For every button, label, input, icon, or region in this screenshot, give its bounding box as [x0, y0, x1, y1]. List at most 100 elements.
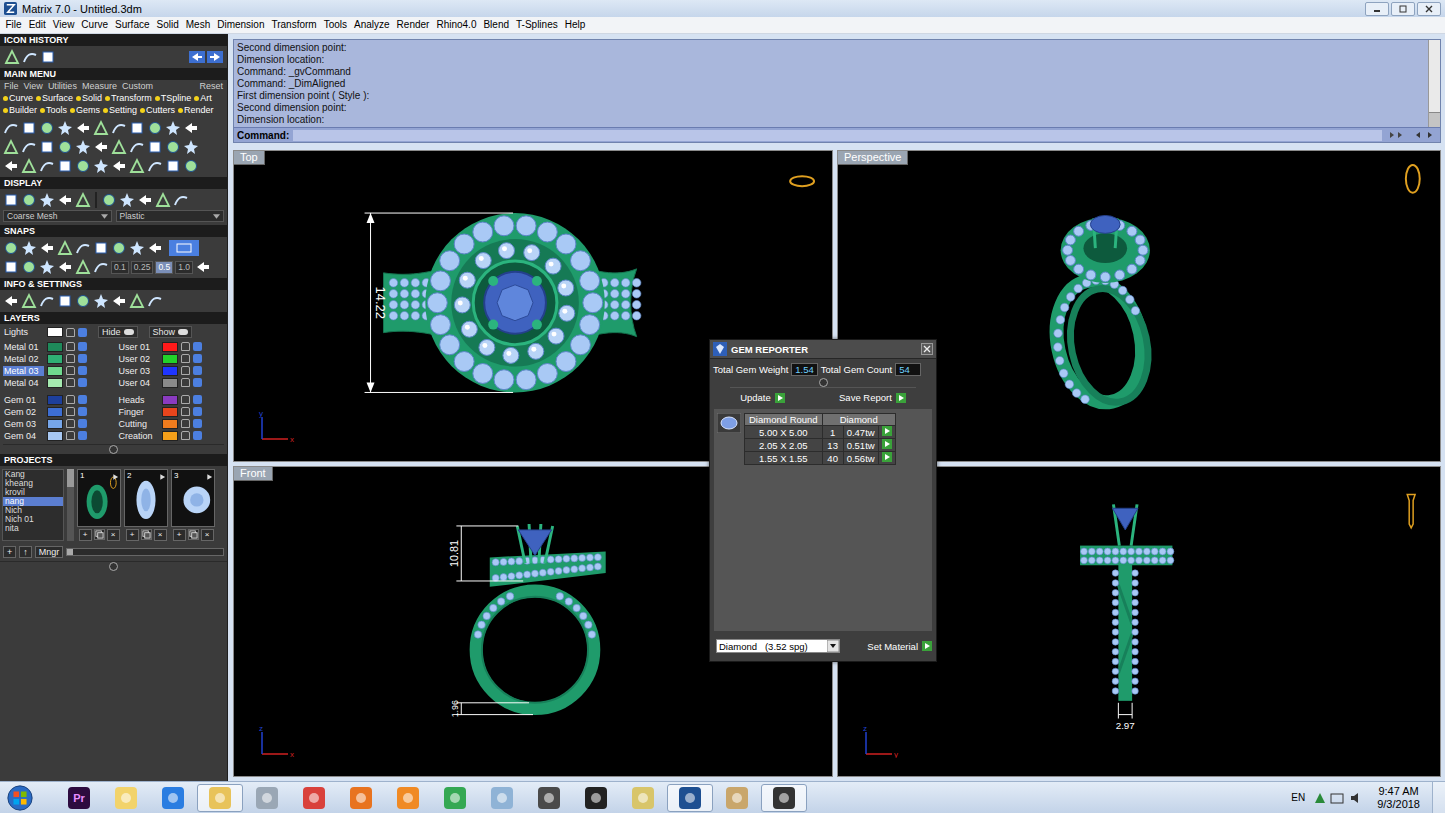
tool-icon[interactable] — [39, 240, 55, 256]
layer-color[interactable] — [47, 407, 63, 417]
bulb-icon[interactable] — [78, 328, 87, 337]
layer-color[interactable] — [47, 366, 63, 376]
tool-icon[interactable] — [93, 293, 109, 309]
layer-color[interactable] — [47, 395, 63, 405]
project-button[interactable]: Mngr — [35, 546, 64, 558]
taskbar-app[interactable] — [620, 784, 666, 812]
tool-icon[interactable] — [75, 139, 91, 155]
layer-name[interactable]: Gem 03 — [3, 419, 44, 429]
copy-icon[interactable] — [188, 529, 199, 540]
main-menu-tab[interactable]: View — [24, 81, 43, 91]
maximize-button[interactable] — [1391, 2, 1415, 16]
taskbar-app[interactable] — [197, 784, 243, 812]
layer-row[interactable]: Gem 04 — [3, 430, 110, 441]
main-menu-tab[interactable]: Measure — [82, 81, 117, 91]
tool-icon[interactable] — [111, 139, 127, 155]
project-button[interactable]: + — [3, 546, 16, 558]
app-icon[interactable] — [162, 787, 184, 809]
lock-icon[interactable] — [66, 395, 75, 404]
tool-icon[interactable] — [129, 158, 145, 174]
tool-icon[interactable] — [75, 240, 91, 256]
tool-icon[interactable] — [129, 120, 145, 136]
main-menu-tab[interactable]: File — [4, 81, 19, 91]
lock-icon[interactable] — [66, 342, 75, 351]
menu-item[interactable]: Mesh — [182, 18, 213, 32]
green-arrow-icon[interactable] — [896, 393, 906, 403]
tool-icon[interactable] — [39, 192, 55, 208]
category-item[interactable]: Cutters — [140, 105, 175, 115]
tool-icon[interactable] — [111, 158, 127, 174]
tool-icon[interactable] — [129, 240, 145, 256]
tool-icon[interactable] — [147, 139, 163, 155]
panel-divider[interactable] — [0, 561, 227, 571]
bulb-icon[interactable] — [193, 419, 202, 428]
project-item[interactable]: Nich 01 — [3, 515, 63, 524]
tool-icon[interactable] — [57, 259, 73, 275]
layer-color[interactable] — [162, 407, 178, 417]
bulb-icon[interactable] — [78, 378, 87, 387]
layer-row[interactable]: Gem 03 — [3, 418, 110, 429]
bulb-icon[interactable] — [78, 419, 87, 428]
taskbar-app[interactable] — [573, 784, 619, 812]
lock-icon[interactable] — [181, 354, 190, 363]
scrollbar[interactable] — [67, 469, 74, 541]
taskbar-app[interactable] — [479, 784, 525, 812]
layer-name[interactable]: Gem 02 — [3, 407, 44, 417]
tool-icon[interactable] — [3, 293, 19, 309]
command-input[interactable] — [293, 130, 1382, 141]
tool-icon[interactable] — [39, 139, 55, 155]
app-icon[interactable] — [350, 787, 372, 809]
menu-item[interactable]: Analyze — [351, 18, 394, 32]
tray-icons[interactable] — [1313, 791, 1365, 805]
snap-step[interactable]: 1.0 — [175, 261, 193, 274]
layer-row[interactable]: Metal 02 — [3, 353, 110, 364]
tool-icon[interactable] — [39, 259, 55, 275]
layer-name[interactable]: User 02 — [118, 354, 159, 364]
app-icon[interactable] — [209, 787, 231, 809]
tool-icon[interactable] — [147, 120, 163, 136]
layer-row[interactable]: Metal 01 — [3, 341, 110, 352]
gem-row[interactable]: 5.00 X 5.0010.47tw — [745, 426, 896, 439]
scrollbar[interactable] — [1428, 40, 1440, 127]
show-button[interactable]: Show — [149, 326, 193, 338]
app-icon[interactable]: Pr — [68, 787, 90, 809]
taskbar-app[interactable] — [244, 784, 290, 812]
layer-name[interactable]: User 01 — [118, 342, 159, 352]
green-arrow-icon[interactable] — [882, 426, 892, 436]
lock-icon[interactable] — [66, 419, 75, 428]
tool-icon[interactable] — [173, 192, 189, 208]
app-icon[interactable] — [115, 787, 137, 809]
menu-item[interactable]: Surface — [112, 18, 153, 32]
lock-icon[interactable] — [181, 342, 190, 351]
taskbar-app[interactable] — [150, 784, 196, 812]
taskbar-app[interactable] — [338, 784, 384, 812]
app-icon[interactable] — [585, 787, 607, 809]
lock-icon[interactable] — [181, 395, 190, 404]
minimize-button[interactable] — [1365, 2, 1389, 16]
app-icon[interactable] — [397, 787, 419, 809]
tool-icon[interactable] — [165, 139, 181, 155]
tool-icon[interactable] — [93, 139, 109, 155]
bulb-icon[interactable] — [193, 366, 202, 375]
lock-icon[interactable] — [66, 366, 75, 375]
layer-color[interactable] — [162, 378, 178, 388]
menu-item[interactable]: Render — [393, 18, 433, 32]
taskbar-app[interactable] — [667, 784, 713, 812]
project-item[interactable]: krovil — [3, 488, 63, 497]
tool-icon[interactable] — [75, 158, 91, 174]
thumbnail-image[interactable]: 2 — [124, 469, 168, 527]
menu-item[interactable]: T-Splines — [513, 18, 562, 32]
tool-icon[interactable] — [4, 49, 20, 65]
reset-button[interactable]: Reset — [199, 81, 223, 91]
app-icon[interactable] — [632, 787, 654, 809]
layer-color[interactable] — [162, 366, 178, 376]
app-icon[interactable] — [538, 787, 560, 809]
layer-name[interactable]: Cutting — [118, 419, 159, 429]
material-dropdown[interactable]: Plastic — [116, 210, 225, 222]
command-nav-icon[interactable] — [1386, 130, 1436, 140]
material-dropdown[interactable]: Diamond (3.52 spg) — [716, 639, 840, 653]
forward-icon[interactable] — [207, 51, 223, 63]
layer-row[interactable]: User 03 — [118, 365, 225, 376]
app-icon[interactable] — [726, 787, 748, 809]
tool-icon[interactable] — [183, 120, 199, 136]
